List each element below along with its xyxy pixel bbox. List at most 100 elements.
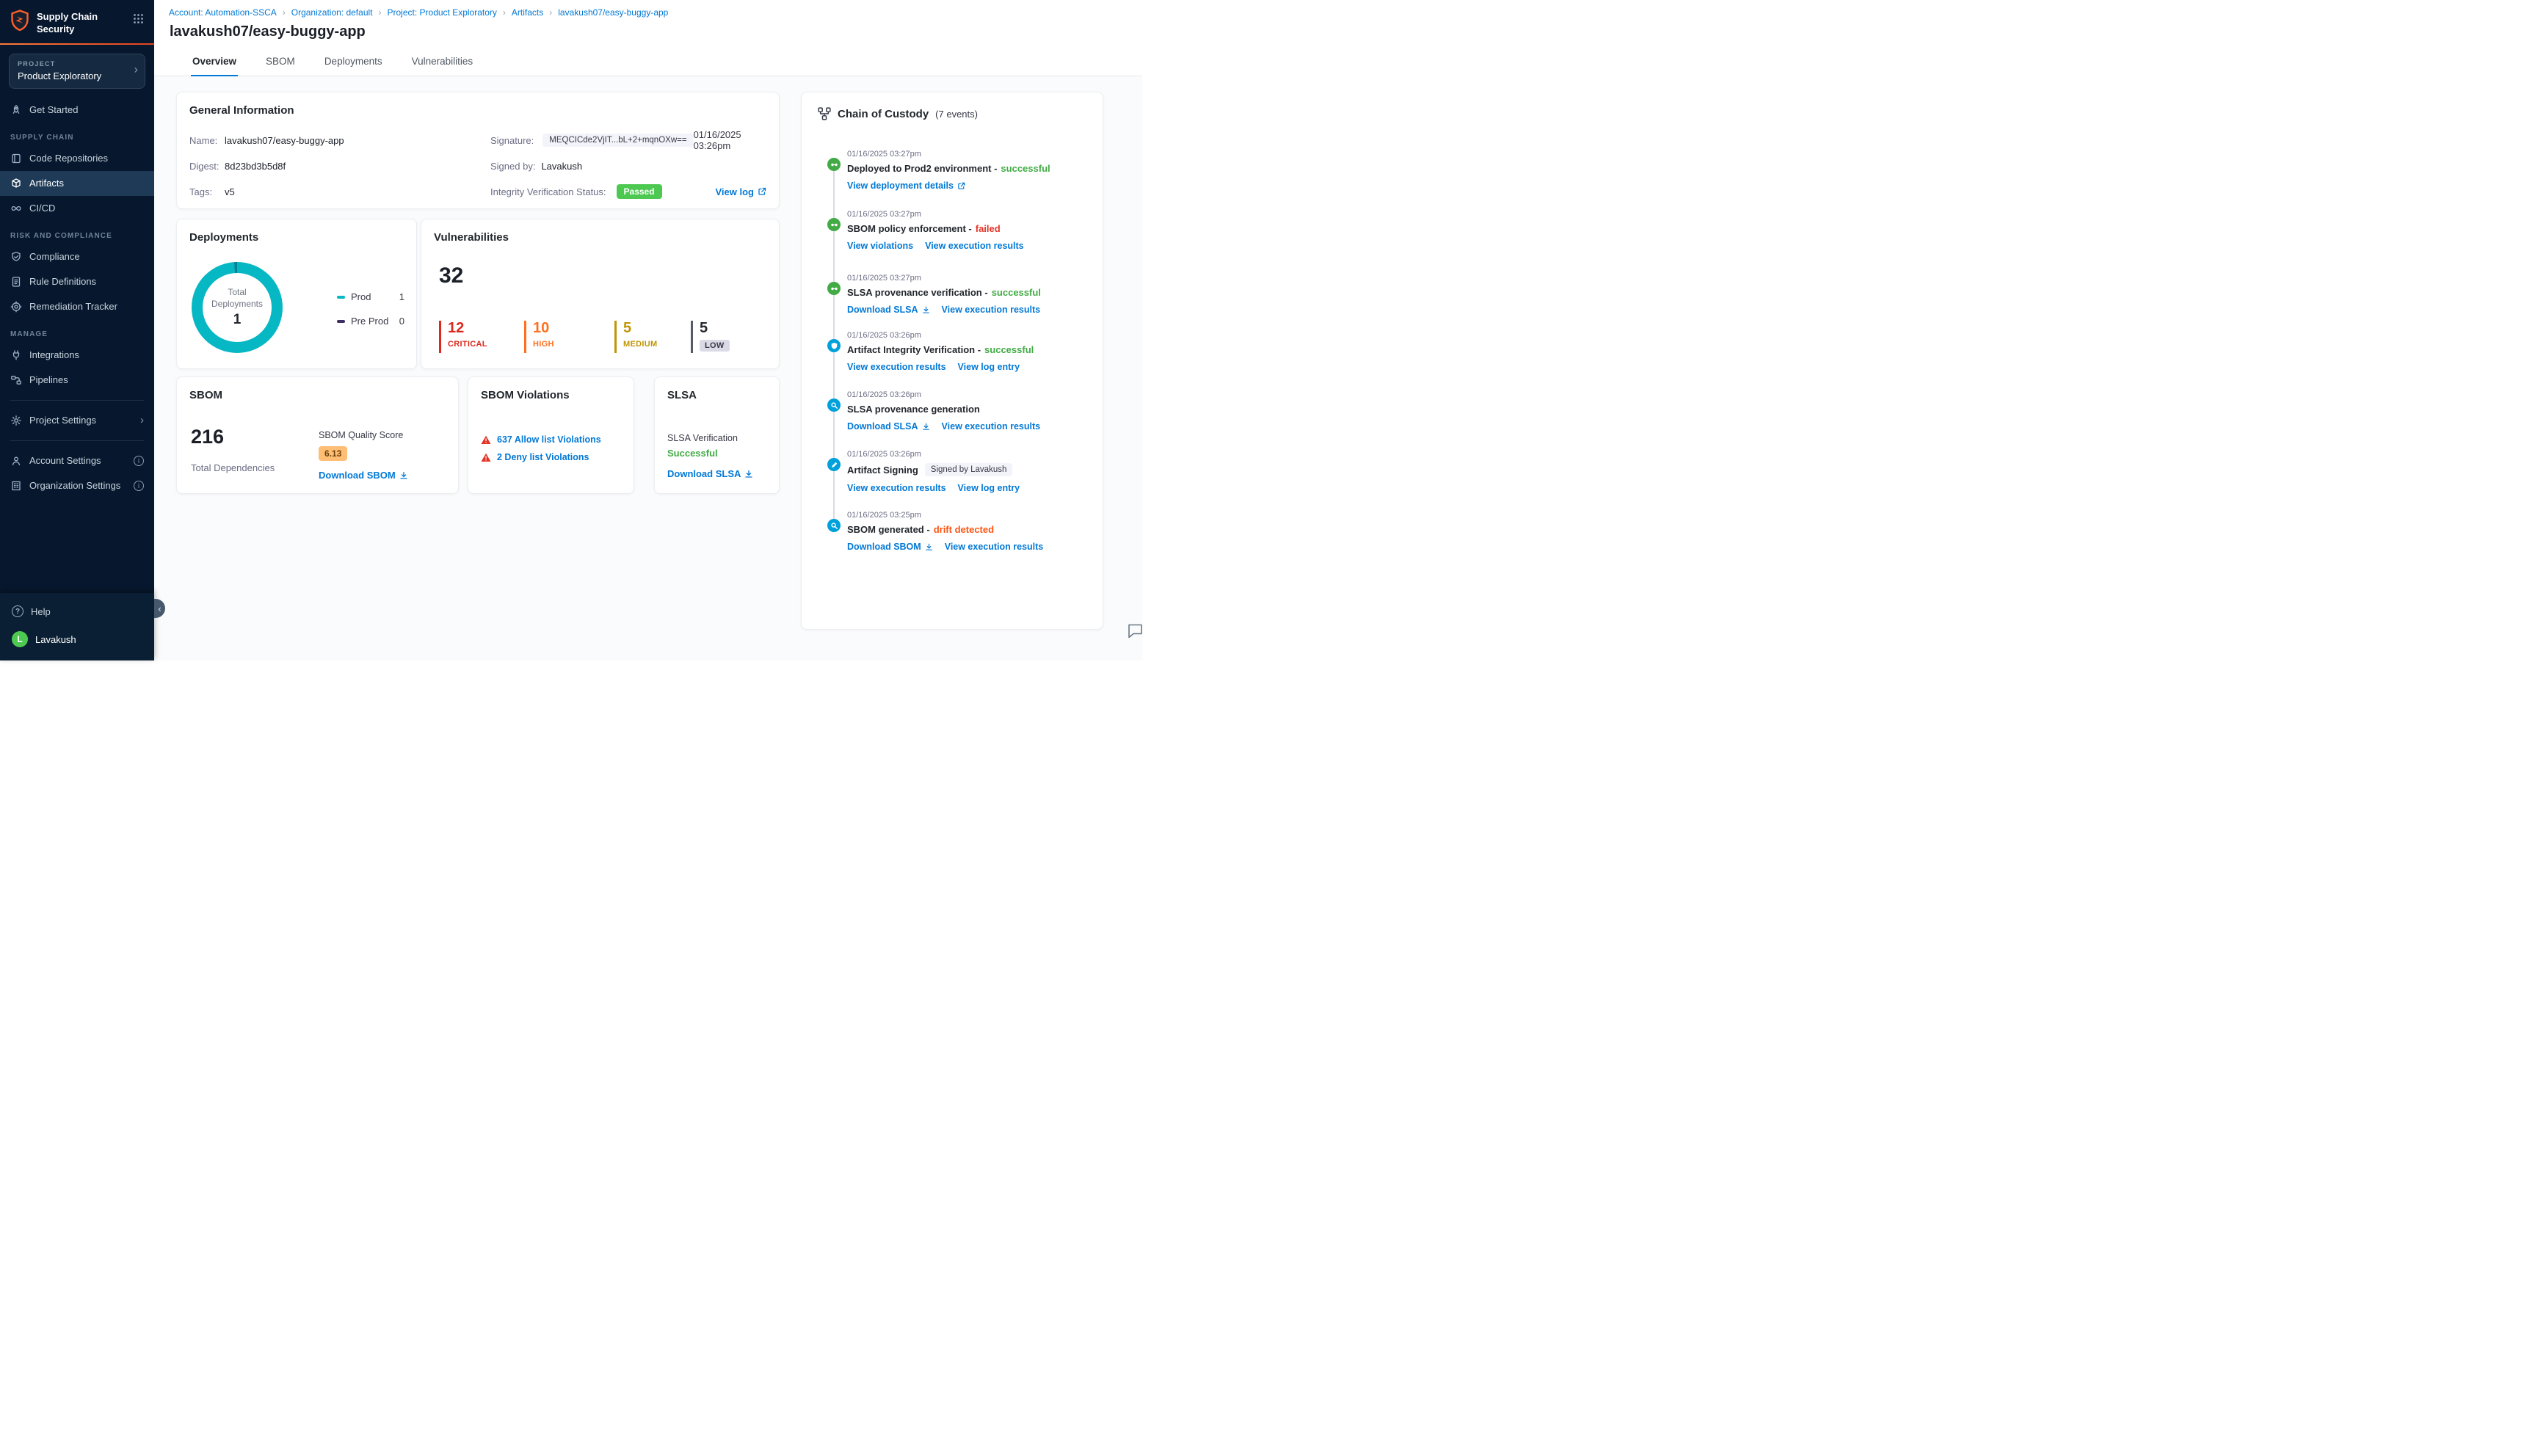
- download-icon: [745, 470, 753, 478]
- tab-overview[interactable]: Overview: [191, 50, 239, 76]
- view-log-entry-link[interactable]: View log entry: [958, 483, 1020, 493]
- project-selector-label: PROJECT: [18, 59, 56, 68]
- view-execution-results-link[interactable]: View execution results: [942, 421, 1041, 432]
- pipelines-icon: [11, 375, 21, 385]
- event-title: SBOM generated -: [847, 524, 930, 535]
- shield-logo-icon: [11, 10, 29, 32]
- rocket-icon: [12, 104, 20, 114]
- pipeline-event-icon: [827, 218, 841, 231]
- sidebar-item-code-repositories[interactable]: Code Repositories: [0, 146, 154, 171]
- sidebar-item-artifacts[interactable]: Artifacts: [0, 170, 154, 196]
- breadcrumb-project[interactable]: Project: Product Exploratory: [388, 7, 497, 18]
- avatar: L: [12, 631, 28, 647]
- custody-event-slsa-generation: 01/16/2025 03:26pm SLSA provenance gener…: [827, 390, 1094, 432]
- view-violations-link[interactable]: View violations: [847, 241, 913, 251]
- sidebar-item-label: Compliance: [29, 251, 80, 263]
- medium-count: 5: [623, 320, 632, 336]
- view-execution-results-link[interactable]: View execution results: [847, 362, 946, 372]
- view-execution-results-link[interactable]: View execution results: [925, 241, 1024, 251]
- user-name: Lavakush: [35, 633, 76, 645]
- view-log-link[interactable]: View log: [716, 186, 767, 197]
- general-info-right-column: Signature: MEQCICde2VjIT...bL+2+mqnOXw==…: [490, 129, 767, 210]
- tab-vulnerabilities[interactable]: Vulnerabilities: [410, 50, 475, 76]
- critical-count: 12: [448, 320, 465, 336]
- event-status: successful: [984, 344, 1034, 355]
- event-status: successful: [991, 287, 1041, 298]
- severity-low: 5 LOW: [691, 321, 730, 353]
- severity-critical: 12 CRITICAL: [439, 321, 487, 353]
- view-log-entry-link[interactable]: View log entry: [958, 362, 1020, 372]
- custody-event-slsa-verification: 01/16/2025 03:27pm SLSA provenance verif…: [827, 274, 1094, 315]
- event-status: drift detected: [933, 524, 995, 535]
- tab-sbom[interactable]: SBOM: [264, 50, 297, 76]
- breadcrumb-account[interactable]: Account: Automation-SSCA: [169, 7, 277, 18]
- signing-event-icon: [827, 458, 841, 471]
- user-menu[interactable]: L Lavakush: [0, 625, 154, 660]
- legend-item-preprod: Pre Prod 0: [337, 316, 404, 327]
- sidebar-item-compliance[interactable]: Compliance: [0, 244, 154, 269]
- custody-event-sbom-generated: 01/16/2025 03:25pm SBOM generated - drif…: [827, 511, 1094, 552]
- allow-list-violations-row: 637 Allow list Violations: [481, 434, 601, 445]
- download-sbom-link[interactable]: Download SBOM: [847, 542, 933, 552]
- deny-list-violations-link[interactable]: 2 Deny list Violations: [497, 452, 589, 462]
- breadcrumb-current-artifact[interactable]: lavakush07/easy-buggy-app: [558, 7, 668, 18]
- chevron-separator-icon: ›: [502, 7, 506, 18]
- custody-event-artifact-signing: 01/16/2025 03:26pm Artifact Signing Sign…: [827, 450, 1094, 493]
- breadcrumb-artifacts[interactable]: Artifacts: [512, 7, 543, 18]
- link-label: Download SLSA: [847, 305, 918, 315]
- download-sbom-link[interactable]: Download SBOM: [319, 470, 408, 481]
- medium-label: MEDIUM: [623, 340, 658, 349]
- download-slsa-link[interactable]: Download SLSA: [847, 421, 930, 432]
- sidebar-item-account-settings[interactable]: Account Settings i: [0, 448, 154, 473]
- sidebar-item-label: CI/CD: [29, 203, 56, 214]
- view-deployment-details-link[interactable]: View deployment details: [847, 181, 965, 191]
- chat-help-icon[interactable]: [1127, 622, 1144, 643]
- apps-grid-icon[interactable]: [133, 13, 144, 28]
- sidebar-item-cicd[interactable]: CI/CD: [0, 196, 154, 221]
- view-execution-results-link[interactable]: View execution results: [847, 483, 946, 493]
- sidebar-accent-line: [0, 43, 154, 45]
- low-count: 5: [700, 320, 708, 336]
- sidebar-item-label: Organization Settings: [29, 480, 121, 492]
- download-slsa-link[interactable]: Download SLSA: [847, 305, 930, 315]
- sidebar-item-rule-definitions[interactable]: Rule Definitions: [0, 269, 154, 294]
- help-button[interactable]: ? Help: [0, 597, 154, 625]
- custody-event-deployed: 01/16/2025 03:27pm Deployed to Prod2 env…: [827, 150, 1094, 191]
- allow-list-violations-link[interactable]: 637 Allow list Violations: [497, 434, 601, 445]
- signed-by-label: Signed by:: [490, 160, 536, 172]
- breadcrumb-organization[interactable]: Organization: default: [291, 7, 373, 18]
- artifact-cube-icon: [12, 178, 21, 188]
- sbom-event-icon: [827, 519, 841, 532]
- sidebar-item-get-started[interactable]: Get Started: [0, 98, 154, 123]
- custody-event-integrity-verification: 01/16/2025 03:26pm Artifact Integrity Ve…: [827, 331, 1094, 372]
- tab-deployments[interactable]: Deployments: [323, 50, 384, 76]
- sidebar-item-label: Project Settings: [29, 415, 97, 426]
- vulnerabilities-card: Vulnerabilities 32 12 CRITICAL 10 HIGH 5…: [421, 219, 780, 369]
- project-selector[interactable]: PROJECT Product Exploratory ›: [9, 53, 145, 89]
- download-slsa-link[interactable]: Download SLSA: [667, 468, 753, 479]
- event-title: Deployed to Prod2 environment -: [847, 163, 998, 174]
- sidebar-item-label: Remediation Tracker: [29, 301, 117, 313]
- sidebar-item-organization-settings[interactable]: Organization Settings i: [0, 473, 154, 498]
- deployments-card: Deployments Total Deployments 1 Prod 1 P…: [176, 219, 417, 369]
- severity-medium: 5 MEDIUM: [614, 321, 657, 353]
- download-icon: [922, 423, 929, 430]
- sidebar-item-remediation-tracker[interactable]: Remediation Tracker: [0, 294, 154, 319]
- sidebar-item-project-settings[interactable]: Project Settings ›: [0, 408, 154, 433]
- plug-integrations-icon: [12, 350, 20, 360]
- event-title: Artifact Signing: [847, 464, 918, 476]
- account-icon: [12, 456, 21, 465]
- sidebar-item-integrations[interactable]: Integrations: [0, 343, 154, 368]
- digest-value: 8d23bd3b5d8f: [225, 160, 286, 172]
- sidebar-item-pipelines[interactable]: Pipelines: [0, 368, 154, 393]
- chain-of-custody-title: Chain of Custody: [838, 107, 929, 120]
- view-execution-results-link[interactable]: View execution results: [945, 542, 1044, 552]
- infinity-cicd-icon: [11, 205, 21, 211]
- external-link-icon: [758, 187, 766, 195]
- event-timestamp: 01/16/2025 03:26pm: [847, 331, 921, 340]
- external-link-icon: [958, 182, 965, 189]
- chevron-separator-icon: ›: [549, 7, 553, 18]
- organization-icon: [12, 481, 21, 490]
- integrity-passed-badge: Passed: [616, 184, 662, 199]
- view-execution-results-link[interactable]: View execution results: [942, 305, 1041, 315]
